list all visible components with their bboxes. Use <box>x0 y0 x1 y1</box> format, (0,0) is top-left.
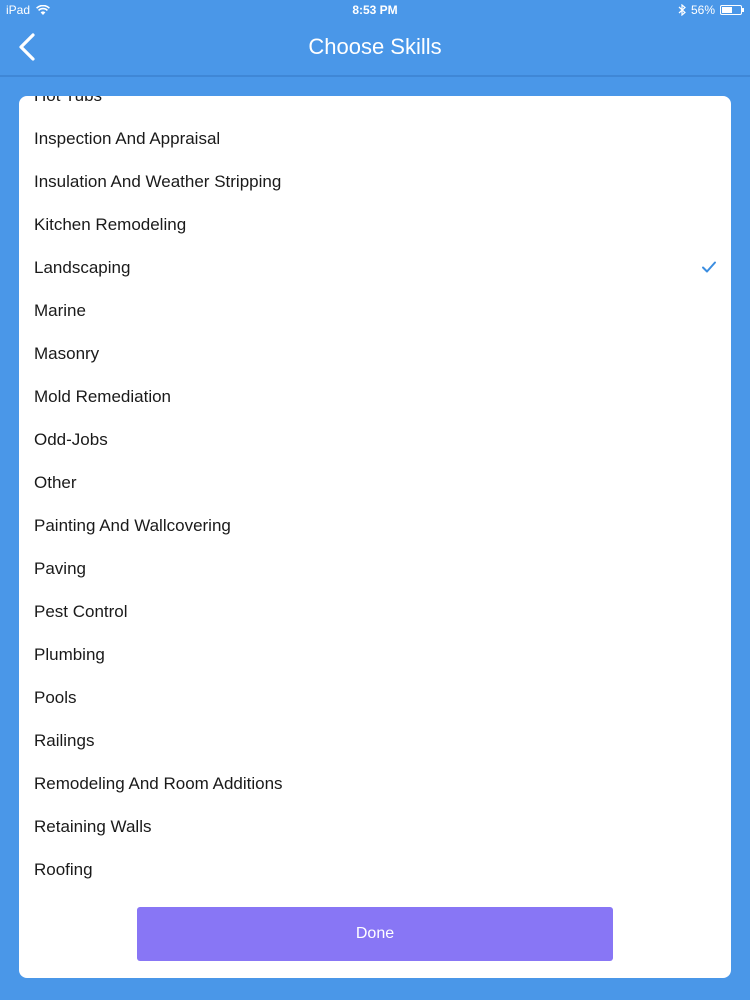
status-bar: iPad 8:53 PM 56% <box>0 0 750 22</box>
skill-label: Pest Control <box>34 602 128 621</box>
skill-list-item[interactable]: Retaining Walls <box>19 805 731 848</box>
nav-bar: Choose Skills <box>0 22 750 76</box>
skill-list-item[interactable]: Other <box>19 461 731 504</box>
skill-label: Roofing <box>34 860 93 879</box>
checkmark-icon <box>702 261 716 273</box>
skill-list-item[interactable]: Insulation And Weather Stripping <box>19 160 731 203</box>
skill-label: Landscaping <box>34 258 131 277</box>
skill-list-item[interactable]: Masonry <box>19 332 731 375</box>
skill-label: Inspection And Appraisal <box>34 129 221 148</box>
skill-label: Remodeling And Room Additions <box>34 774 283 793</box>
skill-label: Paving <box>34 559 86 578</box>
skill-list-item[interactable]: Inspection And Appraisal <box>19 117 731 160</box>
skill-list-item[interactable]: Hot Tubs <box>19 96 731 117</box>
skill-list-item[interactable]: Paving <box>19 547 731 590</box>
skill-list-item[interactable]: Plumbing <box>19 633 731 676</box>
battery-percent: 56% <box>690 3 715 17</box>
skill-label: Plumbing <box>34 645 105 664</box>
skills-card: Hot Tubs Inspection And Appraisal Insulati… <box>19 96 731 978</box>
skills-list[interactable]: Hot Tubs Inspection And Appraisal Insulati… <box>19 96 731 891</box>
skill-label: Masonry <box>34 344 100 363</box>
skill-list-item[interactable]: Railings <box>19 719 731 762</box>
skill-list-item[interactable]: Marine <box>19 289 731 332</box>
skill-list-item[interactable]: Landscaping <box>19 246 731 289</box>
skill-label: Insulation And Weather Stripping <box>34 172 282 191</box>
skill-list-item[interactable]: Kitchen Remodeling <box>19 203 731 246</box>
skill-list-item[interactable]: Odd-Jobs <box>19 418 731 461</box>
skill-label: Pools <box>34 688 77 707</box>
status-right: 56% <box>678 3 744 17</box>
skill-list-item[interactable]: Mold Remediation <box>19 375 731 418</box>
skill-label: Other <box>34 473 77 492</box>
skill-label: Hot Tubs <box>34 96 102 105</box>
battery-fill <box>722 7 733 13</box>
done-button[interactable]: Done <box>137 907 613 961</box>
skill-list-item[interactable]: Remodeling And Room Additions <box>19 762 731 805</box>
skill-label: Marine <box>34 301 86 320</box>
skill-label: Odd-Jobs <box>34 430 108 449</box>
skill-list-item[interactable]: Pest Control <box>19 590 731 633</box>
skill-label: Kitchen Remodeling <box>34 215 187 234</box>
skill-label: Mold Remediation <box>34 387 172 406</box>
skill-list-item[interactable]: Roofing <box>19 848 731 891</box>
skill-label: Painting And Wallcovering <box>34 516 231 535</box>
nav-divider <box>0 75 750 77</box>
bluetooth-icon <box>678 4 686 16</box>
status-time: 8:53 PM <box>352 3 398 17</box>
skill-list-item[interactable]: Painting And Wallcovering <box>19 504 731 547</box>
skill-list-item[interactable]: Pools <box>19 676 731 719</box>
skill-label: Railings <box>34 731 95 750</box>
battery-icon <box>720 5 744 15</box>
skill-label: Retaining Walls <box>34 817 152 836</box>
page-title: Choose Skills <box>308 34 442 59</box>
